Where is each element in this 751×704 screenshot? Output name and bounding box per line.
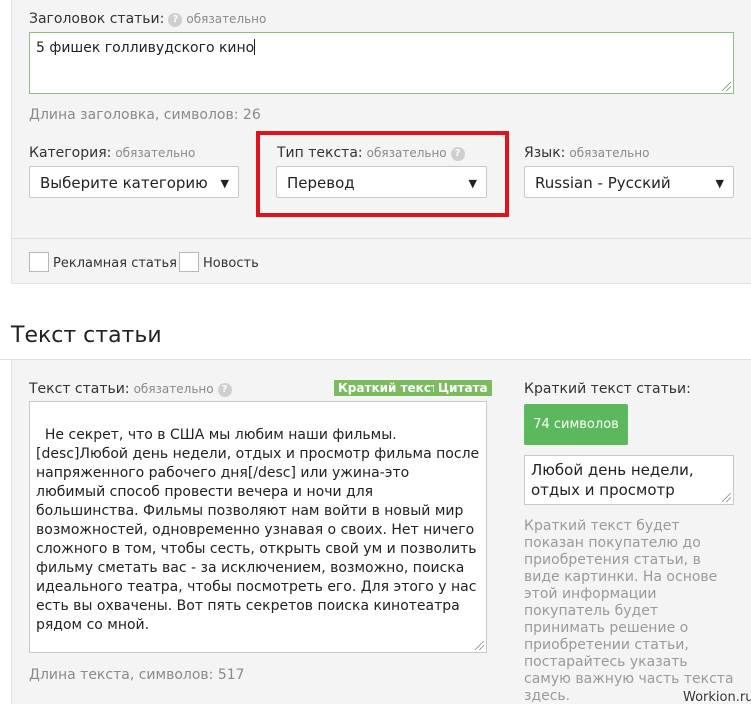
required-hint: обязательно <box>569 146 650 160</box>
advertising-checkbox-label[interactable]: Рекламная статья <box>53 256 177 271</box>
highlight-frame <box>256 131 509 217</box>
article-text-input[interactable]: Не секрет, что в США мы любим наши фильм… <box>29 401 487 653</box>
language-select[interactable]: Russian - Русский ▼ <box>524 166 734 198</box>
title-input-value: 5 фишек голливудского кино <box>36 40 255 56</box>
news-checkbox-label[interactable]: Новость <box>203 256 259 271</box>
advertising-checkbox[interactable] <box>29 252 49 272</box>
quote-tag-button[interactable]: Цитата <box>434 380 492 396</box>
help-icon[interactable]: ? <box>168 13 183 27</box>
resize-handle-icon[interactable] <box>475 641 484 650</box>
category-label: Категория: обязательно <box>29 145 196 161</box>
short-text-hint: Краткий текст будет показан покупателю д… <box>524 518 734 704</box>
language-selected-value: Russian - Русский <box>535 174 671 192</box>
section-divider <box>12 238 751 239</box>
text-cursor <box>254 39 256 55</box>
article-text-label: Текст статьи: обязательно? <box>29 381 232 397</box>
title-length-counter: Длина заголовка, символов: 26 <box>29 107 261 123</box>
resize-handle-icon[interactable] <box>722 493 731 502</box>
required-hint: обязательно <box>115 146 196 160</box>
required-hint: обязательно <box>133 382 214 396</box>
section-title: Текст статьи <box>11 323 162 348</box>
watermark: Workion.ru <box>683 690 751 704</box>
dropdown-caret-icon: ▼ <box>220 177 229 190</box>
short-text-input[interactable]: Любой день недели, отдых и просмотр <box>524 455 734 505</box>
category-selected-value: Выберите категорию <box>40 174 208 192</box>
category-select[interactable]: Выберите категорию ▼ <box>29 166 239 198</box>
character-count-badge: 74 символов <box>524 404 628 445</box>
language-label: Язык: обязательно <box>524 145 650 161</box>
title-field-label: Заголовок статьи:? обязательно <box>29 11 267 27</box>
resize-handle-icon[interactable] <box>722 82 731 91</box>
text-length-counter: Длина текста, символов: 517 <box>29 667 245 683</box>
short-text-label: Краткий текст статьи: <box>524 381 691 397</box>
required-hint: обязательно <box>186 12 267 26</box>
help-icon[interactable]: ? <box>217 383 232 397</box>
short-text-tag-button[interactable]: Краткий текст <box>334 380 442 396</box>
article-text-value: Не секрет, что в США мы любим наши фильм… <box>36 427 484 633</box>
dropdown-caret-icon: ▼ <box>715 177 724 190</box>
title-input[interactable]: 5 фишек голливудского кино <box>29 32 734 94</box>
news-checkbox[interactable] <box>179 252 199 272</box>
short-text-value: Любой день недели, отдых и просмотр <box>531 461 694 499</box>
